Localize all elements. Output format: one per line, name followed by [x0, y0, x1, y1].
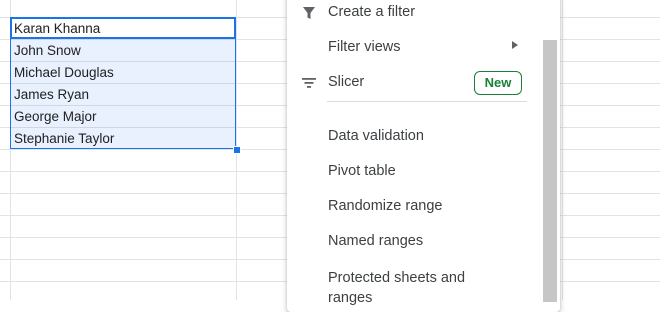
menu-item-filter-views[interactable]: Filter views	[287, 33, 537, 63]
menu-item-label: Create a filter	[328, 4, 416, 20]
data-menu: Create a filter Filter views Slicer New …	[287, 0, 560, 312]
cell[interactable]: John Snow	[14, 40, 232, 62]
menu-item-label: Filter views	[328, 39, 401, 55]
cell[interactable]: Michael Douglas	[14, 62, 232, 84]
submenu-arrow-icon	[512, 41, 518, 49]
cell[interactable]: James Ryan	[14, 84, 232, 106]
menu-item-named-ranges[interactable]: Named ranges	[287, 227, 537, 257]
menu-scrollbar[interactable]	[543, 40, 557, 302]
filter-icon	[301, 5, 317, 21]
menu-item-label: Data validation	[328, 128, 424, 144]
menu-item-create-filter[interactable]: Create a filter	[287, 0, 537, 28]
menu-item-data-validation[interactable]: Data validation	[287, 122, 537, 152]
cell[interactable]: Karan Khanna	[14, 18, 232, 40]
menu-item-label: Randomize range	[328, 198, 443, 214]
grid-line	[562, 0, 563, 300]
menu-item-label: Slicer	[328, 74, 365, 90]
menu-item-label: Named ranges	[328, 233, 424, 249]
menu-item-pivot-table[interactable]: Pivot table	[287, 157, 537, 187]
slicer-icon	[301, 75, 317, 91]
menu-item-slicer[interactable]: Slicer New	[287, 68, 537, 98]
fill-handle[interactable]	[233, 146, 241, 154]
cell[interactable]: Stephanie Taylor	[14, 128, 232, 150]
menu-item-label: Pivot table	[328, 163, 396, 179]
menu-item-protected-sheets[interactable]: Protected sheets and ranges	[287, 262, 537, 306]
menu-item-randomize-range[interactable]: Randomize range	[287, 192, 537, 222]
new-badge: New	[474, 71, 522, 95]
menu-separator	[327, 101, 527, 102]
cell[interactable]: George Major	[14, 106, 232, 128]
menu-item-label: Protected sheets and ranges	[328, 270, 466, 306]
